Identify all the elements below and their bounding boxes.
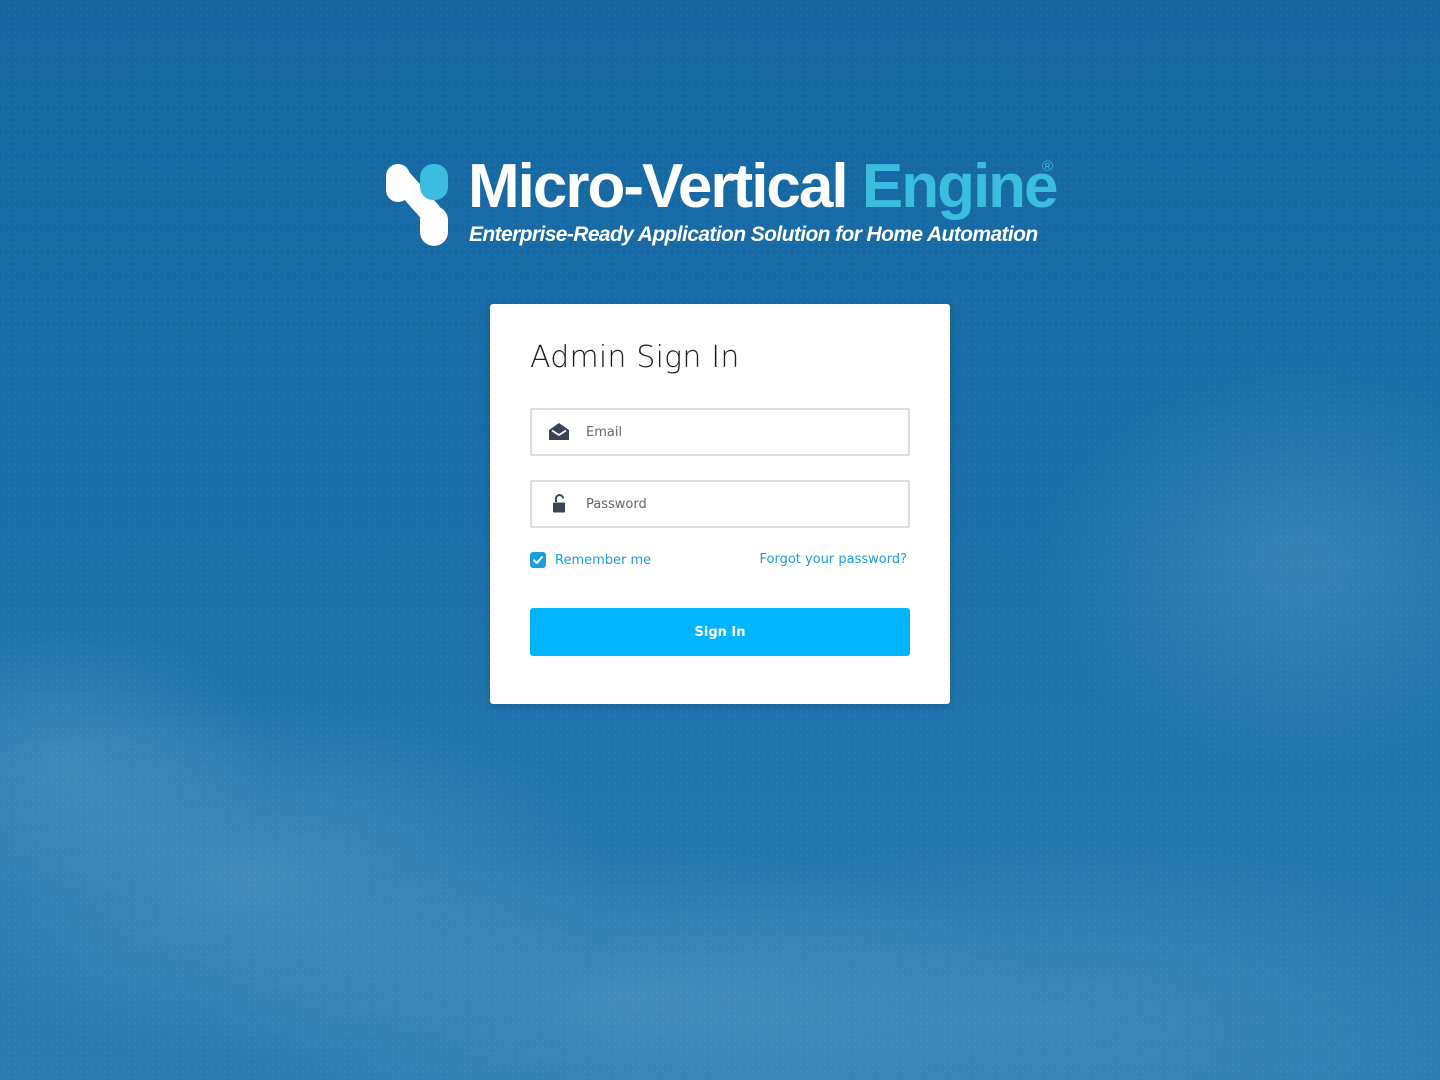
envelope-open-icon bbox=[549, 423, 569, 440]
brand-tagline: Enterprise-Ready Application Solution fo… bbox=[469, 223, 1038, 246]
brand-title-primary: Micro-Vertical bbox=[468, 152, 849, 221]
sign-in-button[interactable]: Sign In bbox=[530, 608, 910, 656]
page-title: Admin Sign In bbox=[530, 340, 740, 375]
brand-title: Micro-Vertical Engine bbox=[468, 150, 1059, 224]
password-input[interactable] bbox=[586, 482, 896, 526]
brand-logo-mark bbox=[386, 164, 448, 246]
brand-logo: Micro-Vertical Engine ® Enterprise-Ready… bbox=[384, 150, 1064, 260]
remember-me-label: Remember me bbox=[555, 552, 652, 568]
unlock-icon bbox=[553, 494, 565, 513]
email-input[interactable] bbox=[586, 410, 896, 454]
remember-me-checkbox[interactable] bbox=[530, 552, 546, 568]
remember-me[interactable]: Remember me bbox=[530, 552, 651, 568]
registered-mark: ® bbox=[1042, 158, 1054, 175]
brand-title-accent: Engine bbox=[861, 152, 1059, 221]
forgot-password-link[interactable]: Forgot your password? bbox=[759, 552, 907, 567]
password-field[interactable] bbox=[530, 480, 910, 528]
checkmark-icon bbox=[533, 556, 543, 564]
email-field[interactable] bbox=[530, 408, 910, 456]
sign-in-card: Admin Sign In Remember me Forgot your pa… bbox=[490, 304, 950, 704]
